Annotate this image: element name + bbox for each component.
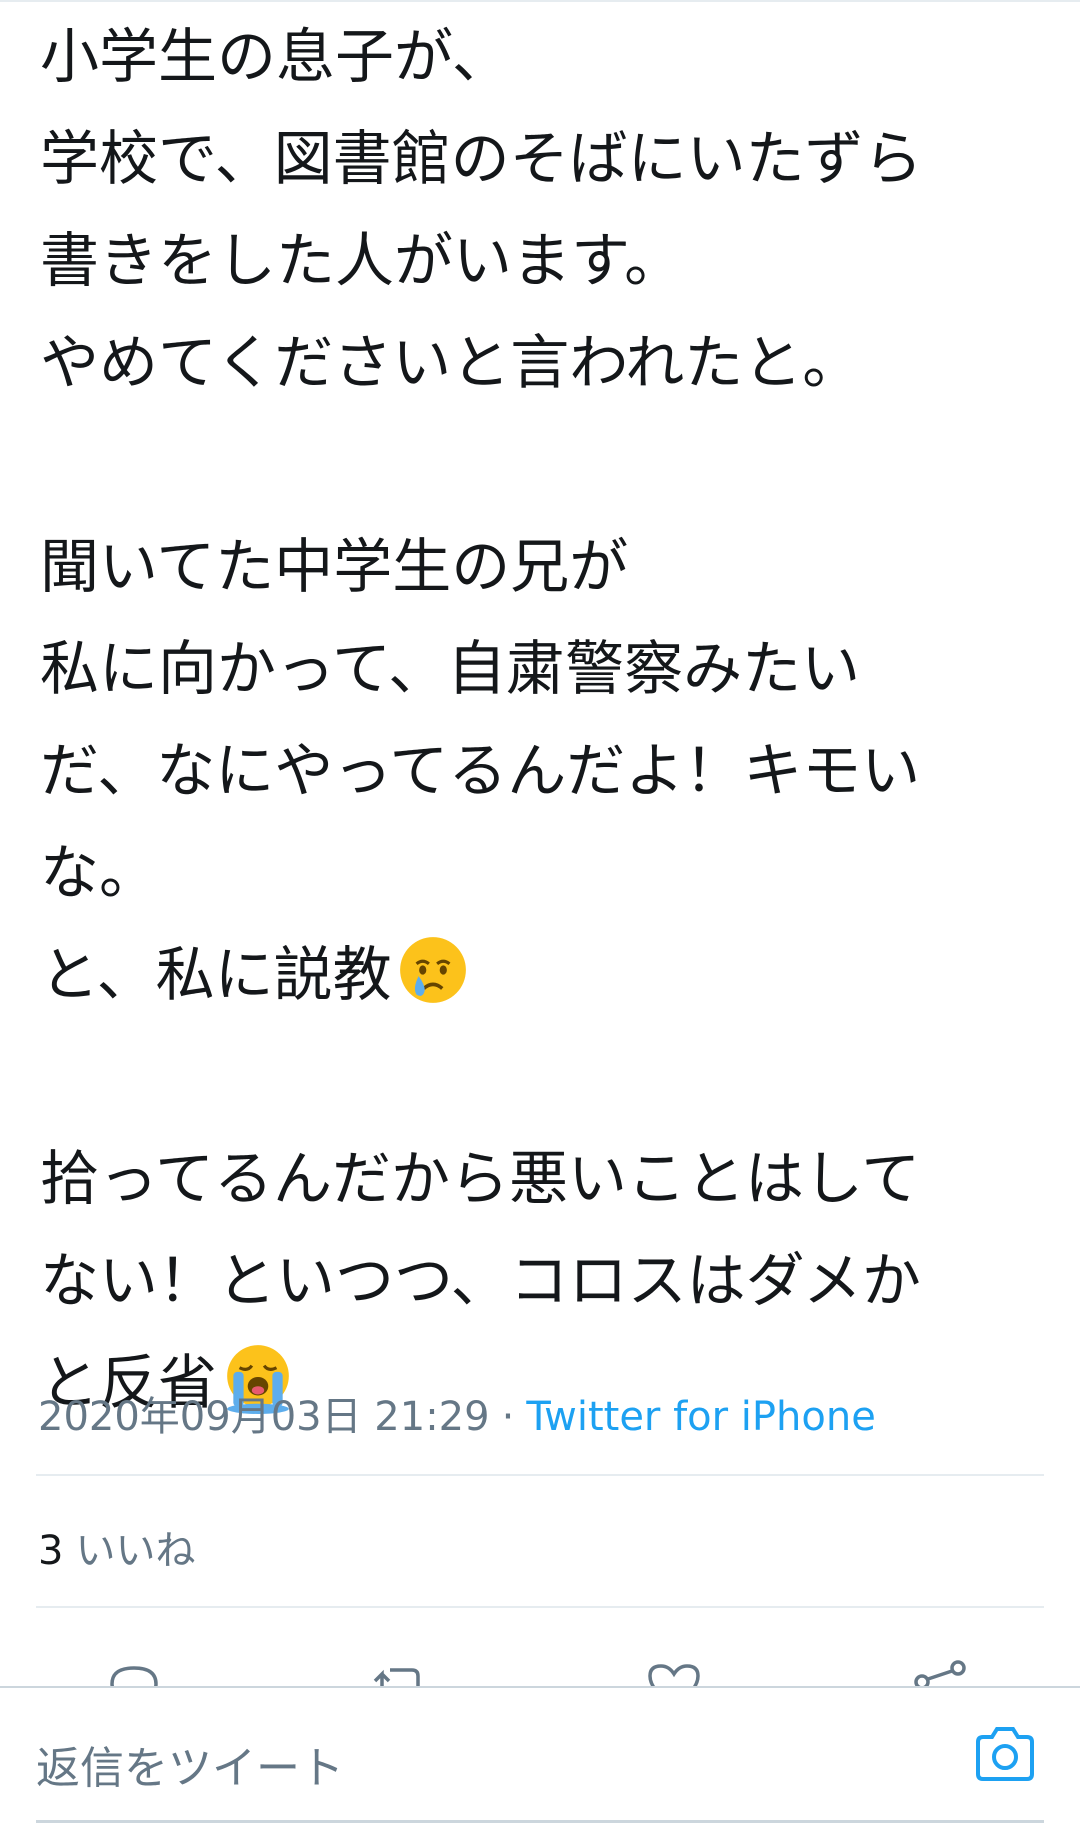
camera-icon[interactable] bbox=[972, 1722, 1038, 1788]
likes-count: 3 bbox=[38, 1528, 64, 1574]
reply-icon[interactable] bbox=[104, 1656, 164, 1690]
tweet-line: 学校で、図書館のそばにいたずら bbox=[40, 124, 923, 193]
reply-input-underline bbox=[36, 1820, 1044, 1823]
tweet-line: 書きをした人がいます。 bbox=[40, 226, 684, 295]
tweet-meta: 2020年09月03日 21:29 · Twitter for iPhone bbox=[38, 1384, 876, 1442]
tweet-line-text: と、私に説教 bbox=[40, 940, 392, 1009]
timestamp[interactable]: 2020年09月03日 21:29 bbox=[38, 1394, 490, 1440]
tweet-line: 私に向かって、自粛警察みたい bbox=[40, 634, 861, 703]
crying-face-emoji bbox=[399, 937, 466, 1003]
tweet-text: 小学生の息子が、 学校で、図書館のそばにいたずら 書きをした人がいます。 やめて… bbox=[40, 6, 1050, 1434]
share-icon[interactable] bbox=[910, 1656, 970, 1690]
tweet-line: 聞いてた中学生の兄が bbox=[40, 532, 629, 601]
meta-separator: · bbox=[501, 1394, 515, 1440]
divider bbox=[36, 1474, 1044, 1476]
tweet-line: 小学生の息子が、 bbox=[40, 22, 511, 91]
top-divider bbox=[0, 0, 1080, 2]
like-icon[interactable] bbox=[644, 1656, 704, 1690]
tweet-line: ない！といつつ、コロスはダメか bbox=[40, 1246, 921, 1315]
retweet-icon[interactable] bbox=[370, 1656, 430, 1690]
tweet-line: な。 bbox=[40, 838, 159, 907]
tweet-detail-screen: 小学生の息子が、 学校で、図書館のそばにいたずら 書きをした人がいます。 やめて… bbox=[0, 0, 1080, 1826]
divider bbox=[36, 1606, 1044, 1608]
reply-composer-bar: 返信をツイート bbox=[0, 1686, 1080, 1826]
tweet-line: だ、なにやってるんだよ！キモい bbox=[40, 736, 921, 805]
source-link[interactable]: Twitter for iPhone bbox=[526, 1394, 876, 1440]
reply-input[interactable]: 返信をツイート bbox=[36, 1732, 344, 1796]
likes-label: いいね bbox=[75, 1528, 196, 1574]
tweet-line: 拾ってるんだから悪いことはして bbox=[40, 1144, 921, 1213]
action-bar bbox=[0, 1646, 1080, 1690]
tweet-line-with-emoji: と、私に説教 bbox=[40, 924, 1050, 1026]
likes-stat[interactable]: 3 いいね bbox=[38, 1518, 195, 1576]
tweet-line: やめてくださいと言われたと。 bbox=[40, 328, 862, 397]
